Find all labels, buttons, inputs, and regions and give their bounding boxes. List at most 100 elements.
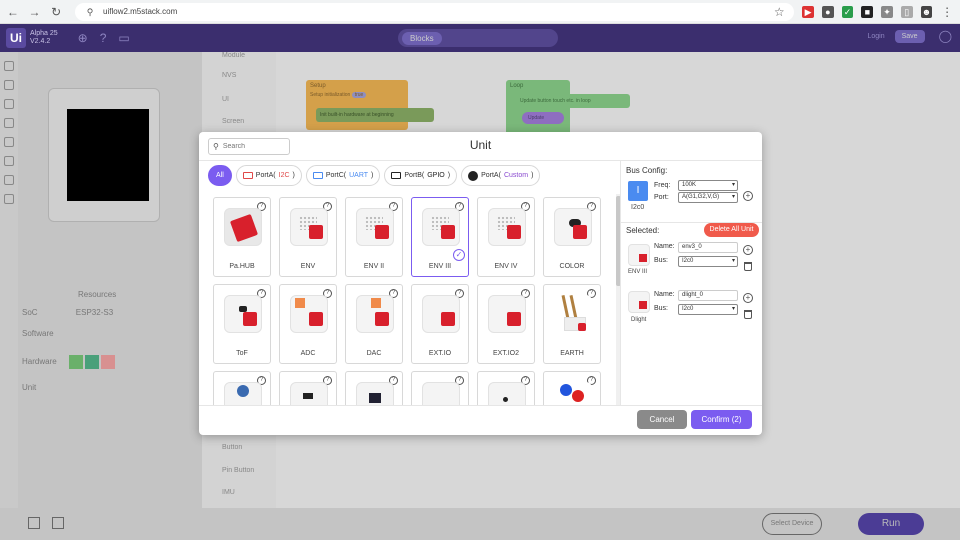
add-unit-icon[interactable]: + bbox=[743, 245, 753, 255]
extension-icon-dark[interactable]: ■ bbox=[861, 5, 874, 18]
rail-icon-7[interactable] bbox=[4, 175, 14, 185]
unit-card-env-ii[interactable]: ? ENV II bbox=[345, 197, 403, 277]
chevron-down-icon: ▾ bbox=[731, 258, 735, 264]
unit-name-input[interactable]: env3_0 bbox=[678, 242, 738, 253]
unit-image-accent bbox=[639, 301, 647, 309]
loop-line1[interactable]: Update button touch etc. in loop bbox=[516, 94, 630, 108]
check-icon: ✓ bbox=[453, 249, 465, 261]
sidepanel-icon[interactable]: ▯ bbox=[900, 5, 913, 18]
block-cat-pin-button[interactable]: Pin Button bbox=[222, 467, 254, 474]
unit-bus-select[interactable]: I2c0 ▾ bbox=[678, 304, 738, 315]
folder-icon[interactable]: ▭ bbox=[118, 31, 129, 45]
bookmark-star-icon[interactable]: ☆ bbox=[772, 5, 786, 19]
unit-card-env[interactable]: ? ENV bbox=[279, 197, 337, 277]
unit-card-partial[interactable]: ? bbox=[477, 371, 535, 405]
loop-badge[interactable]: Update bbox=[522, 112, 564, 124]
unit-card-partial[interactable]: ? bbox=[411, 371, 469, 405]
rail-icon-8[interactable] bbox=[4, 194, 14, 204]
save-button[interactable]: Save bbox=[894, 29, 925, 43]
unit-card-tof[interactable]: ? ToF bbox=[213, 284, 271, 364]
unit-card-adc[interactable]: ? ADC bbox=[279, 284, 337, 364]
unit-image bbox=[422, 295, 460, 333]
unit-card-partial[interactable]: ? bbox=[213, 371, 271, 405]
filter-porta-i2c[interactable]: PortA(I2C) bbox=[235, 165, 302, 186]
block-cat-screen[interactable]: Screen bbox=[222, 118, 244, 125]
extension-icon-gray[interactable]: ● bbox=[821, 5, 834, 18]
unit-image-probe bbox=[561, 294, 570, 320]
help-icon[interactable]: ? bbox=[100, 31, 107, 45]
hardware-chip-2[interactable] bbox=[85, 355, 100, 369]
block-cat-module[interactable]: Module bbox=[222, 52, 245, 59]
block-cat-button[interactable]: Button bbox=[222, 444, 242, 451]
user-icon[interactable]: ◯ bbox=[939, 29, 952, 43]
delete-all-units-button[interactable]: Delete All Unit bbox=[704, 223, 759, 237]
filter-porta-custom[interactable]: PortA(Custom) bbox=[461, 165, 541, 186]
unit-card-partial[interactable]: ? bbox=[279, 371, 337, 405]
rail-icon-4[interactable] bbox=[4, 118, 14, 128]
rail-icon-5[interactable] bbox=[4, 137, 14, 147]
filter-all[interactable]: All bbox=[208, 165, 232, 186]
bus-chip-icon[interactable]: I bbox=[628, 181, 648, 201]
bus-value: I2c0 bbox=[682, 258, 694, 264]
device-screen[interactable] bbox=[67, 109, 149, 201]
new-file-icon[interactable] bbox=[28, 517, 40, 529]
filter-portc-uart[interactable]: PortC(UART) bbox=[305, 165, 381, 186]
unit-card-env-iv[interactable]: ? ENV IV bbox=[477, 197, 535, 277]
soc-row: SoC ESP32-S3 bbox=[22, 308, 113, 317]
unit-card-color[interactable]: ? COLOR bbox=[543, 197, 601, 277]
rail-icon-6[interactable] bbox=[4, 156, 14, 166]
terminal-icon[interactable] bbox=[52, 517, 64, 529]
block-cat-nvs[interactable]: NVS bbox=[222, 72, 236, 79]
block-cat-ui[interactable]: UI bbox=[222, 96, 229, 103]
profile-icon[interactable]: ☻ bbox=[920, 5, 933, 18]
select-device-button[interactable]: Select Device bbox=[762, 513, 822, 535]
unit-card-ext-io[interactable]: ? EXT.IO bbox=[411, 284, 469, 364]
delete-unit-icon[interactable] bbox=[744, 310, 752, 319]
login-link[interactable]: Login bbox=[867, 33, 884, 40]
setup-line2[interactable]: Init built-in hardware at beginning bbox=[316, 108, 434, 122]
unit-image-accent bbox=[507, 225, 521, 239]
unit-card-partial[interactable]: ? bbox=[543, 371, 601, 405]
setup-block[interactable]: Setup Setup initialization true bbox=[306, 80, 408, 130]
add-icon[interactable]: ⊕ bbox=[78, 31, 88, 45]
back-icon[interactable]: ← bbox=[6, 5, 20, 19]
freq-select[interactable]: 100K ▾ bbox=[678, 180, 738, 191]
mode-blocks[interactable]: Blocks bbox=[402, 31, 442, 45]
delete-unit-icon[interactable] bbox=[744, 262, 752, 271]
url-text: uiflow2.m5stack.com bbox=[103, 7, 178, 16]
run-button[interactable]: Run bbox=[858, 513, 924, 535]
unit-name-input[interactable]: dlight_0 bbox=[678, 290, 738, 301]
filter-prefix: PortB( bbox=[404, 172, 425, 179]
cancel-button[interactable]: Cancel bbox=[637, 410, 687, 429]
browser-menu-icon[interactable]: ⋮ bbox=[940, 5, 954, 19]
rail-icon-3[interactable] bbox=[4, 99, 14, 109]
confirm-button[interactable]: Confirm (2) bbox=[691, 410, 752, 429]
unit-card-dac[interactable]: ? DAC bbox=[345, 284, 403, 364]
reload-icon[interactable]: ↻ bbox=[49, 5, 63, 19]
port-select[interactable]: A(G1,G2,V,G) ▾ bbox=[678, 192, 738, 203]
extensions-puzzle-icon[interactable]: ✦ bbox=[881, 5, 893, 18]
extension-icon-shield[interactable]: ✓ bbox=[841, 5, 854, 18]
rail-icon-2[interactable] bbox=[4, 80, 14, 90]
site-info-icon[interactable]: ⚲ bbox=[83, 5, 97, 19]
filter-portb-gpio[interactable]: PortB(GPIO) bbox=[384, 165, 458, 186]
unit-card-ext-io2[interactable]: ? EXT.IO2 bbox=[477, 284, 535, 364]
rail-icon-1[interactable] bbox=[4, 61, 14, 71]
unit-bus-select[interactable]: I2c0 ▾ bbox=[678, 256, 738, 267]
mode-switch[interactable]: Blocks bbox=[398, 29, 558, 47]
filter-prefix: PortA( bbox=[255, 172, 276, 179]
unit-card-earth[interactable]: ? EARTH bbox=[543, 284, 601, 364]
unit-card-partial[interactable]: ? bbox=[345, 371, 403, 405]
address-bar[interactable]: ⚲ uiflow2.m5stack.com ☆ bbox=[75, 2, 795, 21]
unit-card-pahub[interactable]: ? Pa.HUB bbox=[213, 197, 271, 277]
forward-icon[interactable]: → bbox=[28, 5, 42, 19]
hardware-chip-3[interactable] bbox=[101, 355, 116, 369]
unit-image bbox=[224, 208, 262, 246]
hardware-chip-1[interactable] bbox=[68, 355, 83, 369]
extension-icon-red[interactable]: ▶ bbox=[802, 5, 814, 18]
add-unit-icon[interactable]: + bbox=[743, 293, 753, 303]
block-cat-imu[interactable]: IMU bbox=[222, 489, 235, 496]
unit-card-env-iii[interactable]: ? ✓ ENV III bbox=[411, 197, 469, 277]
add-bus-icon[interactable]: + bbox=[743, 191, 753, 201]
unit-grid: ? Pa.HUB ? ENV ? ENV II ? ✓ ENV III ? EN… bbox=[207, 194, 616, 405]
